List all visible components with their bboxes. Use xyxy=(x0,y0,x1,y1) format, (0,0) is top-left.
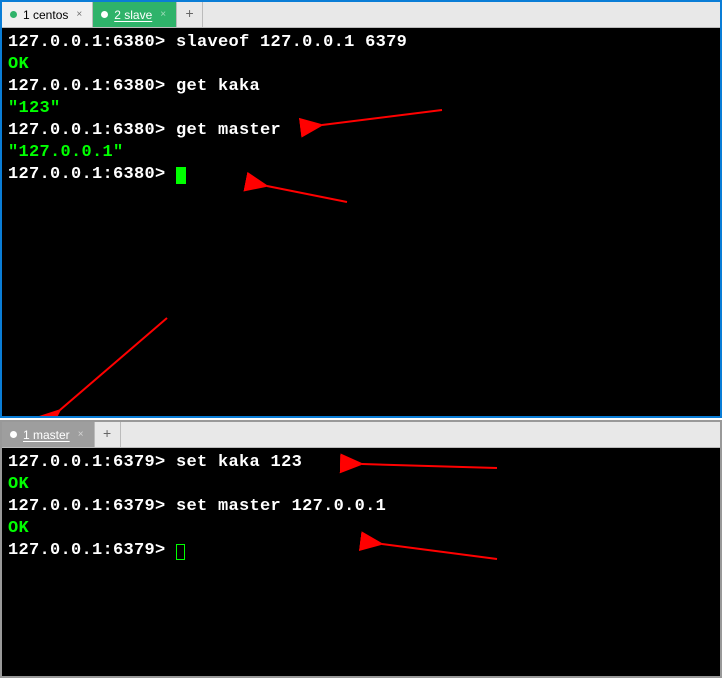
tab-slave[interactable]: 2 slave × xyxy=(93,2,177,27)
status-dot-icon xyxy=(10,11,17,18)
terminal-line: "123" xyxy=(8,98,714,120)
tab-centos[interactable]: 1 centos × xyxy=(2,2,93,27)
terminal-output: OK xyxy=(8,55,29,74)
terminal-command: slaveof 127.0.0.1 6379 xyxy=(176,33,407,52)
terminal-line: 127.0.0.1:6380> xyxy=(8,164,714,186)
terminal-command: set master 127.0.0.1 xyxy=(176,497,386,516)
terminal-command: get master xyxy=(176,121,281,140)
top-terminal[interactable]: 127.0.0.1:6380> slaveof 127.0.0.1 6379 O… xyxy=(2,28,720,416)
bottom-pane: 1 master × + 127.0.0.1:6379> set kaka 12… xyxy=(0,420,722,678)
terminal-prompt: 127.0.0.1:6379> xyxy=(8,453,166,472)
terminal-output: OK xyxy=(8,519,29,538)
terminal-line: 127.0.0.1:6379> xyxy=(8,540,714,562)
terminal-line: 127.0.0.1:6379> set master 127.0.0.1 xyxy=(8,496,714,518)
close-icon[interactable]: × xyxy=(158,9,168,20)
close-icon[interactable]: × xyxy=(74,9,84,20)
terminal-line: OK xyxy=(8,54,714,76)
cursor-icon xyxy=(176,167,186,184)
bottom-tabbar: 1 master × + xyxy=(2,422,720,448)
status-dot-icon xyxy=(10,431,17,438)
tab-label: 1 master xyxy=(23,428,70,442)
terminal-command: get kaka xyxy=(176,77,260,96)
status-dot-icon xyxy=(101,11,108,18)
close-icon[interactable]: × xyxy=(76,429,86,440)
new-tab-button[interactable]: + xyxy=(177,2,203,27)
terminal-prompt: 127.0.0.1:6380> xyxy=(8,33,166,52)
terminal-prompt: 127.0.0.1:6380> xyxy=(8,121,166,140)
terminal-line: 127.0.0.1:6380> get kaka xyxy=(8,76,714,98)
terminal-output: "123" xyxy=(8,99,61,118)
terminal-command: set kaka 123 xyxy=(176,453,302,472)
terminal-line: OK xyxy=(8,518,714,540)
terminal-prompt: 127.0.0.1:6379> xyxy=(8,497,166,516)
terminal-output: OK xyxy=(8,475,29,494)
plus-icon: + xyxy=(103,427,111,443)
top-pane: 1 centos × 2 slave × + 127.0.0.1:6380> s… xyxy=(0,0,722,418)
terminal-line: OK xyxy=(8,474,714,496)
tab-master[interactable]: 1 master × xyxy=(2,422,95,447)
tab-label: 1 centos xyxy=(23,8,68,22)
terminal-line: 127.0.0.1:6379> set kaka 123 xyxy=(8,452,714,474)
top-tabbar: 1 centos × 2 slave × + xyxy=(2,2,720,28)
bottom-terminal[interactable]: 127.0.0.1:6379> set kaka 123 OK 127.0.0.… xyxy=(2,448,720,676)
terminal-line: 127.0.0.1:6380> get master xyxy=(8,120,714,142)
terminal-output: "127.0.0.1" xyxy=(8,143,124,162)
terminal-line: "127.0.0.1" xyxy=(8,142,714,164)
terminal-line: 127.0.0.1:6380> slaveof 127.0.0.1 6379 xyxy=(8,32,714,54)
terminal-prompt: 127.0.0.1:6380> xyxy=(8,165,166,184)
terminal-prompt: 127.0.0.1:6380> xyxy=(8,77,166,96)
tab-label: 2 slave xyxy=(114,8,152,22)
cursor-icon xyxy=(176,544,185,560)
terminal-prompt: 127.0.0.1:6379> xyxy=(8,541,166,560)
plus-icon: + xyxy=(185,7,193,23)
new-tab-button[interactable]: + xyxy=(95,422,121,447)
